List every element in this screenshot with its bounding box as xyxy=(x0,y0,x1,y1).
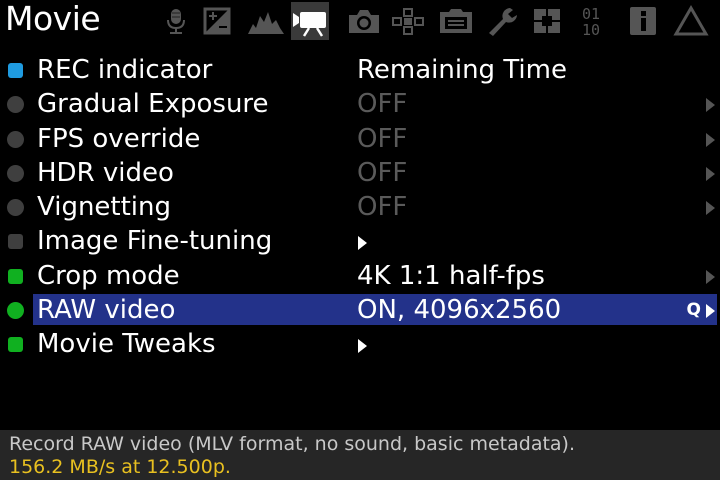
tab-overlay[interactable] xyxy=(247,3,285,39)
help-text: Record RAW video (MLV format, no sound, … xyxy=(9,433,576,455)
q-submenu-hint: Q xyxy=(686,300,701,321)
tab-warnings[interactable] xyxy=(672,3,710,39)
microphone-icon xyxy=(167,9,185,34)
tab-audio[interactable] xyxy=(157,3,195,39)
movie-menu-list: REC indicator Remaining Time Gradual Exp… xyxy=(0,53,720,362)
menu-item-label: Crop mode xyxy=(37,260,180,291)
menu-item-rec-indicator[interactable]: REC indicator Remaining Time xyxy=(0,53,720,87)
menu-item-value: OFF xyxy=(357,123,408,154)
status-indicator xyxy=(8,268,23,284)
focus-icon xyxy=(392,8,424,35)
wrench-icon xyxy=(489,8,517,36)
menu-item-value: OFF xyxy=(357,89,408,120)
tab-focus[interactable] xyxy=(389,3,427,39)
camera-icon xyxy=(349,10,379,33)
tab-debug[interactable]: 01 10 xyxy=(577,3,615,39)
menu-item-fps-override[interactable]: FPS override OFF xyxy=(0,122,720,156)
display-icon xyxy=(440,9,472,33)
status-indicator xyxy=(7,199,24,217)
menu-item-label: Movie Tweaks xyxy=(37,329,216,360)
menu-item-movie-tweaks[interactable]: Movie Tweaks xyxy=(0,327,720,361)
menu-item-crop-mode[interactable]: Crop mode 4K 1:1 half-fps xyxy=(0,259,720,293)
menu-item-label: HDR video xyxy=(37,157,174,188)
menu-item-value: OFF xyxy=(357,192,408,223)
page-title: Movie xyxy=(5,0,101,38)
warning-icon xyxy=(673,5,709,36)
tab-display[interactable] xyxy=(437,3,475,39)
menu-item-value: OFF xyxy=(357,157,408,188)
menu-item-image-fine-tuning[interactable]: Image Fine-tuning xyxy=(0,224,720,258)
submenu-arrow-icon xyxy=(706,166,715,181)
menu-item-label: REC indicator xyxy=(37,55,213,85)
submenu-arrow-icon xyxy=(706,304,715,319)
status-indicator xyxy=(7,302,24,320)
status-indicator xyxy=(7,130,24,148)
menu-item-value: 4K 1:1 half-fps xyxy=(357,260,545,291)
status-indicator xyxy=(8,63,23,78)
menu-item-hdr-video[interactable]: HDR video OFF xyxy=(0,156,720,190)
status-indicator xyxy=(7,96,24,114)
modules-icon xyxy=(534,9,560,33)
exposure-icon xyxy=(203,7,231,35)
status-indicator xyxy=(8,337,23,353)
binary-icon: 01 10 xyxy=(582,5,600,38)
menu-item-vignetting[interactable]: Vignetting OFF xyxy=(0,190,720,224)
tab-expo[interactable] xyxy=(198,3,236,39)
info-icon xyxy=(630,7,656,35)
menu-item-label: RAW video xyxy=(37,295,176,326)
help-data-rate: 156.2 MB/s at 12.500p. xyxy=(9,456,231,478)
tab-info[interactable] xyxy=(624,3,662,39)
help-bar: Record RAW video (MLV format, no sound, … xyxy=(0,430,720,480)
menu-header: Movie 01 10 xyxy=(0,0,720,40)
histogram-icon xyxy=(248,12,284,34)
submenu-arrow-icon xyxy=(358,236,367,251)
submenu-arrow-icon xyxy=(358,339,367,354)
menu-item-label: Image Fine-tuning xyxy=(37,226,273,257)
submenu-arrow-icon xyxy=(706,269,715,284)
menu-item-label: Gradual Exposure xyxy=(37,89,269,120)
menu-item-gradual-exposure[interactable]: Gradual Exposure OFF xyxy=(0,87,720,121)
status-indicator xyxy=(7,164,24,182)
menu-item-label: FPS override xyxy=(37,123,201,154)
movie-camera-icon xyxy=(293,12,326,37)
menu-item-raw-video[interactable]: RAW video ON, 4096x2560 Q xyxy=(0,293,720,327)
tab-prefs[interactable] xyxy=(484,3,522,39)
menu-item-value: ON, 4096x2560 xyxy=(357,295,562,326)
menu-item-label: Vignetting xyxy=(37,192,172,223)
menu-item-value: Remaining Time xyxy=(357,55,567,85)
submenu-arrow-icon xyxy=(706,201,715,216)
submenu-arrow-icon xyxy=(706,132,715,147)
tab-shoot[interactable] xyxy=(345,3,383,39)
svg-text:10: 10 xyxy=(582,21,600,38)
submenu-arrow-icon xyxy=(706,98,715,113)
status-indicator xyxy=(8,234,23,250)
tab-movie[interactable] xyxy=(291,2,329,40)
tab-modules[interactable] xyxy=(529,3,567,39)
